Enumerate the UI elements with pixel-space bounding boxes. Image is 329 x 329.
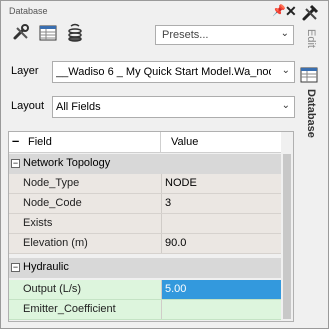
field-name: Emitter_Coefficient (23, 303, 116, 315)
collapse-all-icon[interactable]: – (12, 133, 19, 148)
table-row[interactable]: Elevation (m) 90.0 (9, 234, 281, 254)
property-grid: – Field Value − Network Topology Node_Ty… (8, 131, 294, 322)
table-row[interactable]: Emitter_Coefficient (9, 300, 281, 320)
panel-title: Database (9, 6, 48, 16)
field-value[interactable]: 3 (161, 194, 281, 213)
layout-label: Layout (11, 100, 45, 112)
field-value[interactable] (161, 300, 281, 319)
tools-icon[interactable] (12, 23, 32, 43)
layer-select[interactable]: __Wadiso 6 _ My Quick Start Model.Wa_nod… (52, 61, 295, 83)
tab-edit[interactable]: Edit (301, 25, 317, 51)
field-name: Output (L/s) (23, 283, 82, 295)
hammer-wrench-icon[interactable] (300, 3, 320, 23)
field-value[interactable]: NODE (161, 174, 281, 193)
field-value[interactable]: 90.0 (161, 234, 281, 253)
layer-label: Layer (11, 65, 39, 77)
field-value[interactable] (161, 214, 281, 233)
category-label: Network Topology (23, 157, 111, 169)
layer-value: __Wadiso 6 _ My Quick Start Model.Wa_nod… (56, 66, 271, 78)
field-name: Node_Code (23, 197, 82, 209)
category-network-topology[interactable]: − Network Topology (9, 154, 281, 174)
presets-dropdown[interactable]: Presets... ⌄ (155, 25, 294, 45)
table-row[interactable]: Node_Type NODE (9, 174, 281, 194)
tab-database[interactable]: Database (301, 89, 317, 149)
database-panel: Database Presets... ⌄ 📌 ✕ Edit Database … (0, 0, 329, 329)
field-value-selected[interactable]: 5.00 (161, 280, 281, 299)
table-icon[interactable] (299, 65, 319, 85)
field-name: Elevation (m) (23, 237, 88, 249)
grid-header: – Field Value (9, 132, 281, 153)
scrollbar-thumb[interactable] (283, 154, 291, 319)
column-divider[interactable] (160, 132, 161, 152)
stack-icon[interactable] (65, 23, 85, 43)
table-row[interactable]: Output (L/s) 5.00 (9, 280, 281, 300)
collapse-icon[interactable]: − (11, 159, 20, 168)
table-row[interactable]: Node_Code 3 (9, 194, 281, 214)
field-name: Exists (23, 217, 53, 229)
field-name: Node_Type (23, 177, 80, 189)
category-label: Hydraulic (23, 261, 69, 273)
category-hydraulic[interactable]: − Hydraulic (9, 258, 281, 278)
chevron-down-icon: ⌄ (281, 100, 290, 111)
presets-label: Presets... (162, 29, 209, 41)
pin-icon[interactable]: 📌 (272, 4, 286, 17)
table-icon[interactable] (38, 23, 58, 43)
table-row[interactable]: Exists (9, 214, 281, 234)
column-header-value[interactable]: Value (171, 136, 198, 148)
layout-value: All Fields (56, 101, 101, 113)
chevron-down-icon: ⌄ (281, 65, 290, 76)
close-icon[interactable]: ✕ (285, 3, 297, 20)
column-header-field[interactable]: Field (28, 136, 52, 148)
vertical-scrollbar[interactable] (281, 132, 293, 321)
chevron-down-icon: ⌄ (280, 28, 289, 39)
layout-select[interactable]: All Fields ⌄ (52, 96, 295, 118)
collapse-icon[interactable]: − (11, 263, 20, 272)
